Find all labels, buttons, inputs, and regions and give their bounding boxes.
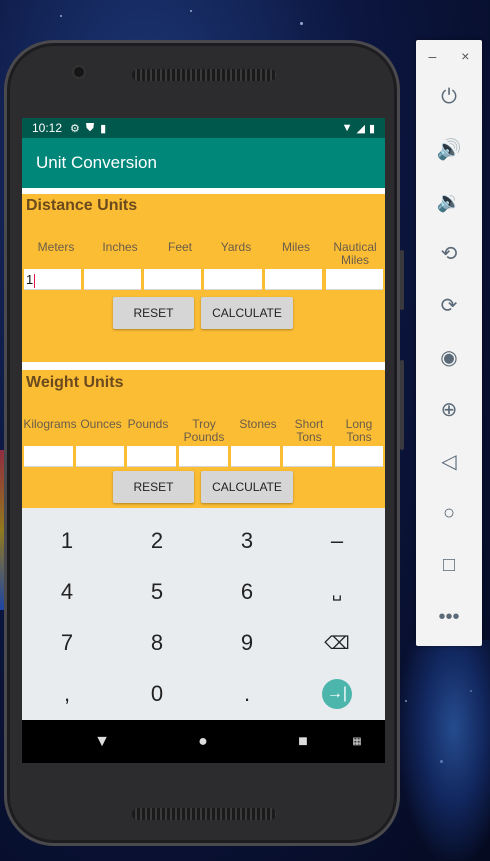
distance-section: Distance Units Meters Inches Feet Yards … (22, 194, 385, 362)
rotate-left-icon[interactable]: ⟲ (430, 234, 468, 272)
key-8[interactable]: 8 (112, 618, 202, 668)
weight-reset-button[interactable]: RESET (113, 471, 194, 503)
rotate-right-icon[interactable]: ⟳ (430, 286, 468, 324)
weight-col-ounces: Ounces (80, 417, 122, 431)
key-7[interactable]: 7 (22, 618, 112, 668)
power-side-button[interactable] (400, 360, 404, 450)
key-6[interactable]: 6 (202, 567, 292, 617)
back-nav-icon[interactable]: ▼ (82, 720, 122, 763)
distance-col-yards: Yards (220, 240, 252, 254)
short-tons-field[interactable] (283, 446, 332, 467)
front-camera (74, 67, 84, 77)
zoom-icon[interactable]: ⊕ (430, 390, 468, 428)
key-minus[interactable]: – (292, 516, 382, 566)
long-tons-field[interactable] (335, 446, 383, 467)
key-0[interactable]: 0 (112, 669, 202, 719)
distance-col-miles: Miles (281, 240, 310, 254)
sd-card-icon: ▮ (100, 122, 107, 135)
meters-value: 1 (26, 272, 34, 287)
enter-key[interactable]: →| (292, 669, 382, 719)
recents-nav-icon[interactable]: ■ (283, 720, 323, 763)
numeric-keyboard: 1 2 3 – 4 5 6 ␣ 7 8 9 ⌫ , 0 . →| (22, 508, 385, 720)
minimize-button[interactable]: – (429, 48, 437, 64)
meters-field[interactable]: 1 (24, 269, 81, 290)
status-time: 10:12 (32, 121, 63, 135)
settings-icon: ⚙ (70, 122, 80, 135)
space-key[interactable]: ␣ (292, 567, 382, 617)
volume-down-icon[interactable]: 🔉 (430, 182, 468, 220)
weight-section: Weight Units Kilograms Ounces Pounds Tro… (22, 370, 385, 508)
distance-calculate-button[interactable]: CALCULATE (201, 297, 293, 329)
key-period[interactable]: . (202, 669, 292, 719)
weight-calculate-button[interactable]: CALCULATE (201, 471, 293, 503)
key-2[interactable]: 2 (112, 516, 202, 566)
inches-field[interactable] (84, 269, 141, 290)
stones-field[interactable] (231, 446, 280, 467)
navigation-bar: ▼ ● ■ ▦ (22, 720, 385, 763)
weight-col-long-tons: Long Tons (345, 417, 373, 444)
next-arrow-icon: →| (322, 679, 352, 709)
distance-title: Distance Units (26, 197, 138, 214)
troy-pounds-field[interactable] (179, 446, 228, 467)
wifi-icon: ▼ (341, 121, 353, 134)
ounces-field[interactable] (76, 446, 124, 467)
nautical-miles-field[interactable] (326, 269, 383, 290)
top-speaker (132, 69, 276, 81)
battery-icon: ▮ (368, 122, 375, 135)
status-bar: 10:12 ⚙ ⛊ ▮ ▼ ◢ ▮ (22, 118, 385, 138)
key-5[interactable]: 5 (112, 567, 202, 617)
key-comma[interactable]: , (22, 669, 112, 719)
distance-col-meters: Meters (37, 240, 75, 254)
signal-icon: ◢ (356, 122, 365, 135)
home-nav-icon[interactable]: ● (183, 720, 223, 763)
weight-col-stones: Stones (239, 417, 277, 431)
weight-title: Weight Units (26, 374, 124, 391)
distance-col-inches: Inches (102, 240, 138, 254)
keyboard-switch-icon[interactable]: ▦ (342, 720, 372, 763)
distance-col-nautical-miles: Nautical Miles (333, 240, 377, 267)
device-screen: 10:12 ⚙ ⛊ ▮ ▼ ◢ ▮ Unit Conversion Distan… (22, 118, 385, 763)
miles-field[interactable] (265, 269, 322, 290)
weight-col-short-tons: Short Tons (294, 417, 324, 444)
shield-icon: ⛊ (85, 121, 95, 134)
bottom-speaker (132, 808, 276, 820)
weight-col-kilograms: Kilograms (23, 417, 77, 431)
power-icon[interactable]: ⏻ (430, 78, 468, 116)
volume-up-icon[interactable]: 🔊 (430, 130, 468, 168)
key-9[interactable]: 9 (202, 618, 292, 668)
close-button[interactable]: × (461, 48, 469, 64)
backspace-key[interactable]: ⌫ (292, 618, 382, 668)
overview-icon[interactable]: □ (430, 546, 468, 584)
key-3[interactable]: 3 (202, 516, 292, 566)
more-icon[interactable]: ••• (430, 598, 468, 636)
kilograms-field[interactable] (24, 446, 73, 467)
app-bar: Unit Conversion (22, 138, 385, 188)
volume-side-button[interactable] (400, 250, 404, 310)
key-4[interactable]: 4 (22, 567, 112, 617)
camera-icon[interactable]: ◉ (430, 338, 468, 376)
home-icon[interactable]: ○ (430, 494, 468, 532)
yards-field[interactable] (204, 269, 262, 290)
app-title: Unit Conversion (36, 153, 157, 172)
weight-col-troy-pounds: Troy Pounds (183, 417, 225, 444)
feet-field[interactable] (144, 269, 201, 290)
key-1[interactable]: 1 (22, 516, 112, 566)
distance-col-feet: Feet (167, 240, 192, 254)
emulator-toolbar: – × ⏻ 🔊 🔉 ⟲ ⟳ ◉ ⊕ ◁ ○ □ ••• (416, 40, 482, 646)
back-icon[interactable]: ◁ (430, 442, 468, 480)
weight-col-pounds: Pounds (127, 417, 169, 431)
pounds-field[interactable] (127, 446, 176, 467)
text-cursor (34, 273, 36, 288)
distance-reset-button[interactable]: RESET (113, 297, 194, 329)
